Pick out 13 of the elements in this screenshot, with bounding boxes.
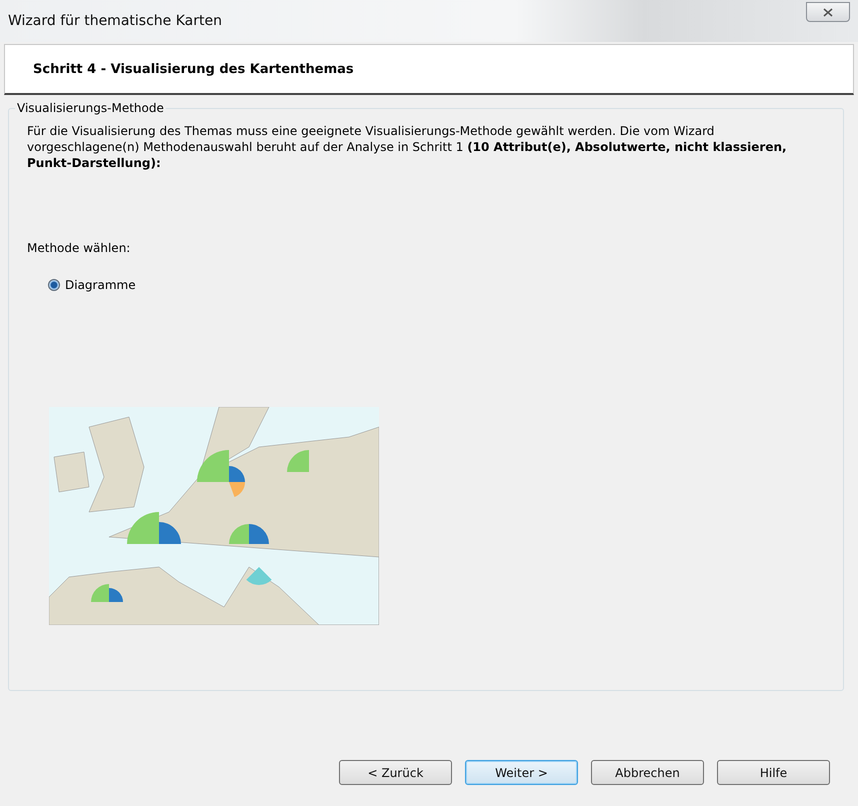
description-text: Für die Visualisierung des Themas muss eine geeignete Visualisierungs-Methode gewählt werden. Die vom Wizard vorgeschlagene(n) Methodenauswahl beruht auf der Analyse in Schritt 1 (10 Attribut(e), Absolutwerte, nicht klassieren, Punkt-Darstellung): [27, 123, 787, 171]
close-icon [823, 8, 833, 16]
method-radio[interactable]: Diagramme [48, 278, 825, 292]
step-title: Schritt 4 - Visualisierung des Kartenthemas [33, 62, 354, 76]
window-title: Wizard für thematische Karten [8, 13, 222, 29]
wizard-button[interactable]: Abbrechen [591, 760, 704, 785]
group-legend: Visualisierungs-Methode [15, 101, 166, 115]
radio-label: Diagramme [65, 278, 136, 292]
close-button[interactable] [806, 2, 850, 22]
method-label: Methode wählen: [27, 241, 132, 255]
wizard-button[interactable]: < Zurück [339, 760, 452, 785]
wizard-button[interactable]: Weiter > [465, 760, 578, 785]
wizard-button[interactable]: Hilfe [717, 760, 830, 785]
